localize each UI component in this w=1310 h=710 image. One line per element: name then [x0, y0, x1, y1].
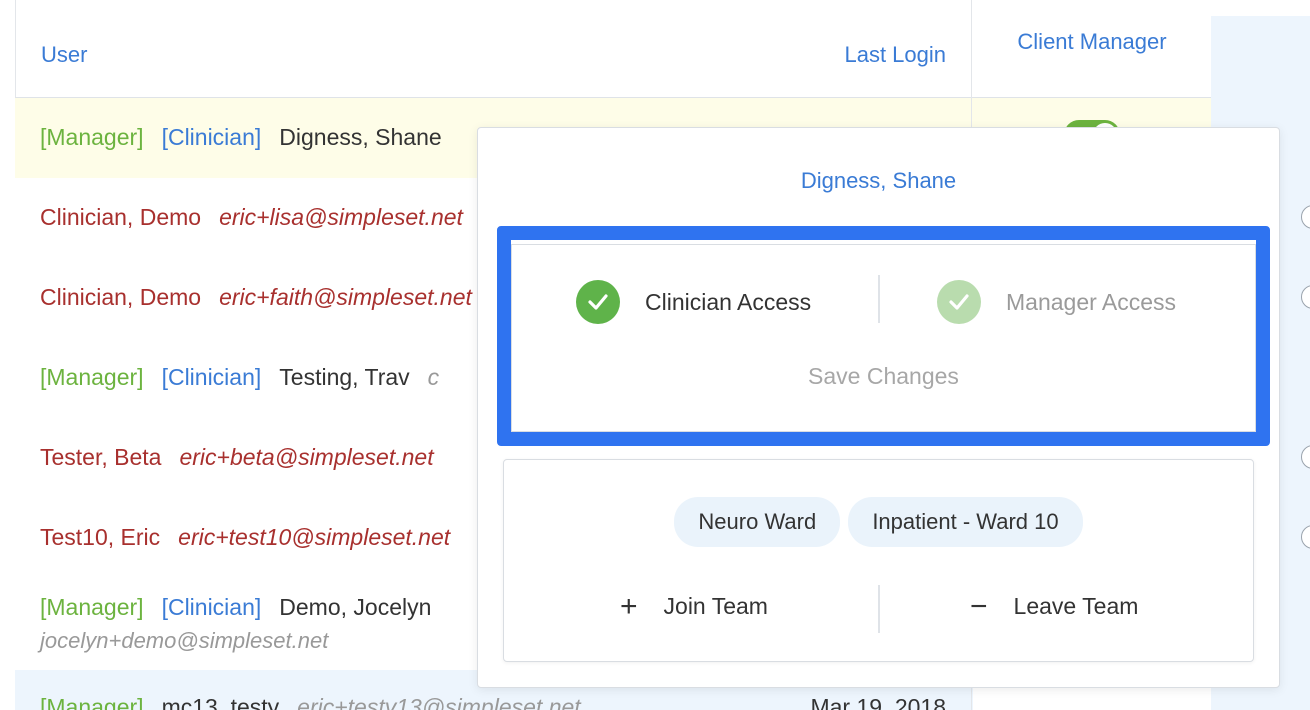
manager-tag: [Manager] [40, 124, 144, 150]
user-name[interactable]: Clinician, Demo [40, 284, 201, 310]
last-login-date: Mar 19, 2018 [810, 694, 946, 710]
user-email: eric+testy13@simpleset.net [297, 694, 581, 710]
manager-tag: [Manager] [40, 364, 144, 390]
access-card: Clinician Access Manager Access Save Cha… [511, 244, 1256, 432]
popover-title: Digness, Shane [800, 168, 957, 193]
save-changes-button[interactable]: Save Changes [512, 363, 1255, 390]
team-chip[interactable]: Neuro Ward [674, 497, 841, 547]
user-email: jocelyn+demo@simpleset.net [40, 628, 329, 653]
team-divider [878, 585, 880, 633]
check-circle-icon [937, 280, 981, 324]
user-name[interactable]: Test10, Eric [40, 524, 160, 550]
leave-team-label: Leave Team [1013, 593, 1139, 619]
user-email: c [427, 364, 440, 390]
plus-icon: + [620, 589, 638, 623]
user-email: eric+beta@simpleset.net [179, 444, 434, 470]
user-name[interactable]: mc13, testy [162, 694, 280, 710]
user-name[interactable]: Testing, Trav [279, 364, 409, 390]
leave-team-button[interactable]: − Leave Team [970, 589, 1139, 623]
clinician-access-label: Clinician Access [645, 288, 812, 315]
user-email: eric+lisa@simpleset.net [219, 204, 463, 230]
user-name[interactable]: Demo, Jocelyn [279, 594, 431, 620]
manager-tag: [Manager] [40, 594, 144, 620]
join-team-label: Join Team [663, 593, 768, 619]
check-circle-icon [576, 280, 620, 324]
team-chip[interactable]: Inpatient - Ward 10 [848, 497, 1083, 547]
access-focus-frame: Clinician Access Manager Access Save Cha… [497, 226, 1270, 446]
user-access-popover: Digness, Shane Clinician Access Manager … [477, 127, 1280, 688]
minus-icon: − [970, 589, 988, 623]
manager-tag: [Manager] [40, 694, 144, 710]
clinician-tag: [Clinician] [161, 364, 262, 390]
user-name[interactable]: Digness, Shane [279, 124, 441, 150]
clinician-tag: [Clinician] [161, 594, 262, 620]
access-divider [878, 275, 880, 323]
user-email: eric+test10@simpleset.net [178, 524, 451, 550]
user-name[interactable]: Tester, Beta [40, 444, 161, 470]
column-header-user[interactable]: User [41, 42, 87, 68]
column-header-client-manager[interactable]: Client Manager [972, 0, 1212, 98]
manager-access-label: Manager Access [1006, 288, 1177, 315]
clinician-tag: [Clinician] [161, 124, 262, 150]
team-card: Neuro Ward Inpatient - Ward 10 + Join Te… [503, 459, 1254, 662]
join-team-button[interactable]: + Join Team [620, 589, 768, 623]
team-chips: Neuro Ward Inpatient - Ward 10 [504, 497, 1253, 547]
user-email: eric+faith@simpleset.net [219, 284, 472, 310]
column-header-last-login[interactable]: Last Login [844, 42, 946, 68]
clinician-access-option[interactable]: Clinician Access [576, 280, 811, 324]
user-name[interactable]: Clinician, Demo [40, 204, 201, 230]
manager-access-option[interactable]: Manager Access [937, 280, 1176, 324]
table-header: User Last Login [15, 0, 973, 98]
